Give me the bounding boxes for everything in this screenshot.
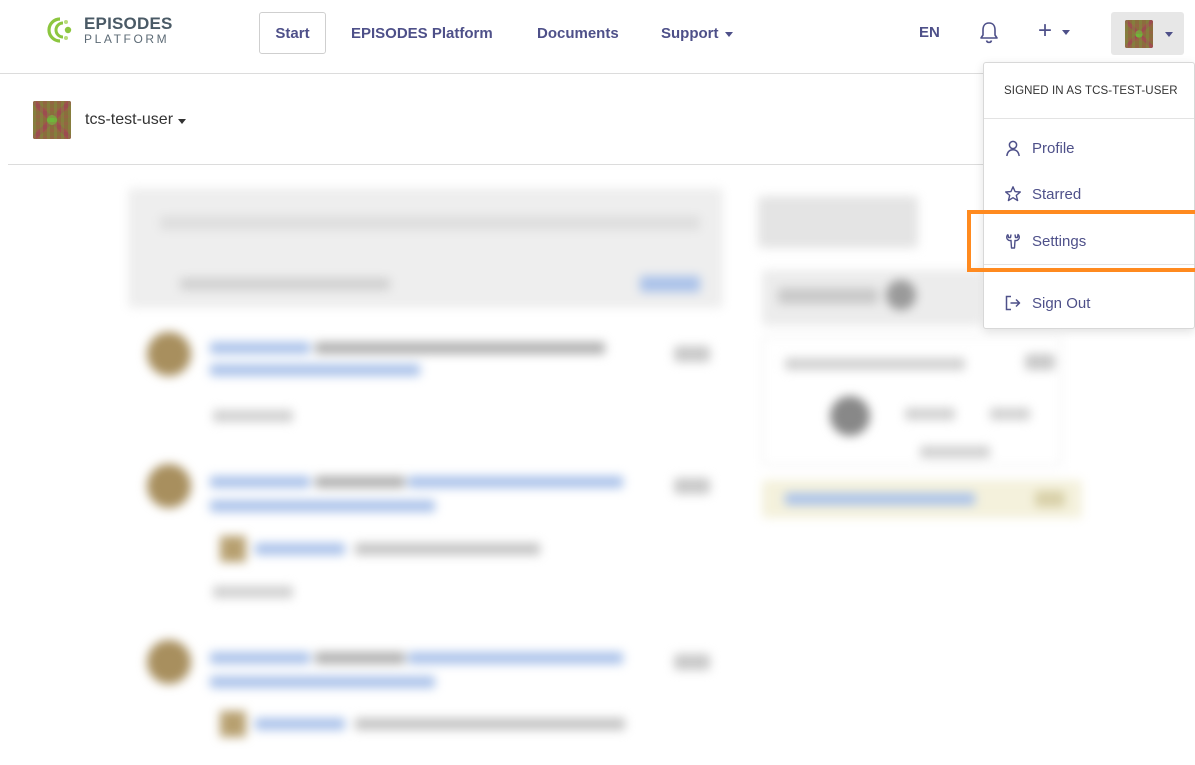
blurred-link — [640, 276, 700, 292]
blurred-link — [210, 652, 310, 664]
logo-title: EPISODES — [84, 14, 173, 33]
blurred-sidebar-tabs — [758, 196, 918, 248]
blurred-avatar — [147, 464, 191, 508]
blurred-text — [355, 718, 625, 730]
blurred-link — [210, 364, 420, 376]
nav-documents-link[interactable]: Documents — [537, 12, 619, 54]
settings-highlight-box — [967, 210, 1195, 272]
user-avatar — [33, 101, 71, 139]
blurred-badge — [1025, 354, 1055, 370]
blurred-text — [785, 358, 965, 370]
blurred-link — [210, 676, 435, 688]
blurred-text — [778, 288, 878, 304]
chevron-down-icon — [724, 31, 733, 37]
blurred-text — [213, 410, 293, 422]
logo-subtitle: PLATFORM — [84, 32, 170, 46]
person-icon — [1006, 140, 1020, 157]
blurred-badge — [674, 346, 710, 362]
blurred-avatar — [830, 396, 870, 436]
menu-item-sign-out[interactable]: Sign Out — [984, 281, 1194, 325]
nav-documents-label: Documents — [537, 24, 619, 42]
blurred-avatar — [147, 332, 191, 376]
logo-icon — [47, 17, 72, 43]
blurred-feed-header-panel — [128, 188, 723, 308]
sign-out-icon — [1005, 295, 1021, 311]
blurred-link — [210, 500, 435, 512]
blurred-badge — [1035, 491, 1065, 507]
menu-item-profile[interactable]: Profile — [984, 126, 1194, 170]
star-icon — [1005, 186, 1021, 202]
blurred-text — [315, 476, 405, 488]
nav-support-label: Support — [661, 24, 719, 42]
blurred-link — [255, 718, 345, 730]
blurred-text — [990, 408, 1030, 420]
language-selector[interactable]: EN — [919, 24, 940, 41]
blurred-avatar — [220, 711, 246, 737]
blurred-link — [255, 543, 345, 555]
blurred-sidebar-card — [762, 336, 1062, 466]
nav-support-dropdown[interactable]: Support — [661, 12, 733, 54]
user-dropdown-menu: SIGNED IN AS TCS-TEST-USER Profile Starr… — [983, 62, 1195, 329]
blurred-avatar — [220, 536, 246, 562]
nav-episodes-platform-link[interactable]: EPISODES Platform — [351, 12, 493, 54]
signed-in-as-header: SIGNED IN AS TCS-TEST-USER — [984, 63, 1194, 119]
blurred-avatar — [147, 640, 191, 684]
chevron-down-icon — [1062, 29, 1071, 35]
menu-item-label: Profile — [1032, 139, 1075, 157]
nav-start-button[interactable]: Start — [259, 12, 326, 54]
plus-icon: + — [1038, 17, 1053, 44]
menu-item-label: Starred — [1032, 185, 1082, 203]
blurred-text — [355, 543, 540, 555]
avatar — [1125, 19, 1153, 48]
blurred-text — [920, 446, 990, 458]
menu-item-label: Sign Out — [1032, 294, 1091, 312]
blurred-badge — [886, 280, 916, 310]
nav-start-label: Start — [275, 24, 310, 42]
blurred-text — [905, 408, 955, 420]
user-context-dropdown[interactable]: tcs-test-user — [85, 111, 187, 129]
create-new-dropdown[interactable]: + — [1038, 17, 1071, 44]
blurred-text — [180, 278, 390, 290]
blurred-text — [213, 586, 293, 598]
blurred-link — [408, 652, 623, 664]
episodes-platform-logo[interactable]: EPISODES PLATFORM — [46, 15, 173, 45]
chevron-down-icon — [1165, 32, 1173, 37]
chevron-down-icon — [178, 118, 187, 124]
blurred-badge — [674, 654, 710, 670]
user-name-label: tcs-test-user — [85, 111, 174, 128]
nav-episodes-platform-label: EPISODES Platform — [351, 24, 493, 42]
blurred-text — [315, 652, 405, 664]
bell-icon[interactable] — [978, 20, 1000, 44]
blurred-text — [160, 216, 700, 230]
blurred-link — [785, 493, 975, 505]
blurred-badge — [674, 478, 710, 494]
blurred-link — [210, 342, 310, 354]
blurred-link — [408, 476, 623, 488]
blurred-link — [210, 476, 310, 488]
blurred-text — [315, 342, 605, 354]
user-menu-toggle[interactable] — [1111, 12, 1184, 55]
